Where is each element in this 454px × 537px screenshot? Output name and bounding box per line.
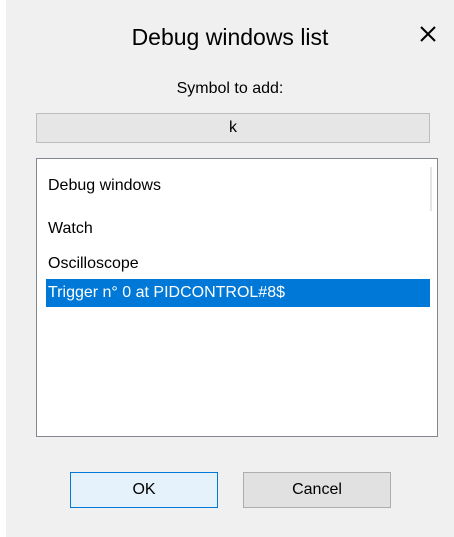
dialog-title: Debug windows list xyxy=(131,24,329,50)
debug-windows-dialog: Debug windows list Symbol to add: k Debu… xyxy=(6,0,454,537)
close-icon[interactable] xyxy=(414,20,442,48)
debug-windows-list[interactable]: Debug windows Watch Oscilloscope Trigger… xyxy=(36,158,438,437)
symbol-field: k xyxy=(36,113,430,143)
list-item-oscilloscope[interactable]: Oscilloscope xyxy=(46,250,430,278)
cancel-button[interactable]: Cancel xyxy=(243,472,391,508)
symbol-label: Symbol to add: xyxy=(176,80,284,97)
close-glyph xyxy=(420,26,436,42)
list-item-trigger[interactable]: Trigger n° 0 at PIDCONTROL#8$ xyxy=(46,279,430,307)
scrollbar-indicator xyxy=(430,167,432,211)
list-item-watch[interactable]: Watch xyxy=(46,215,430,243)
ok-button[interactable]: OK xyxy=(70,472,218,508)
list-header: Debug windows xyxy=(48,177,161,194)
